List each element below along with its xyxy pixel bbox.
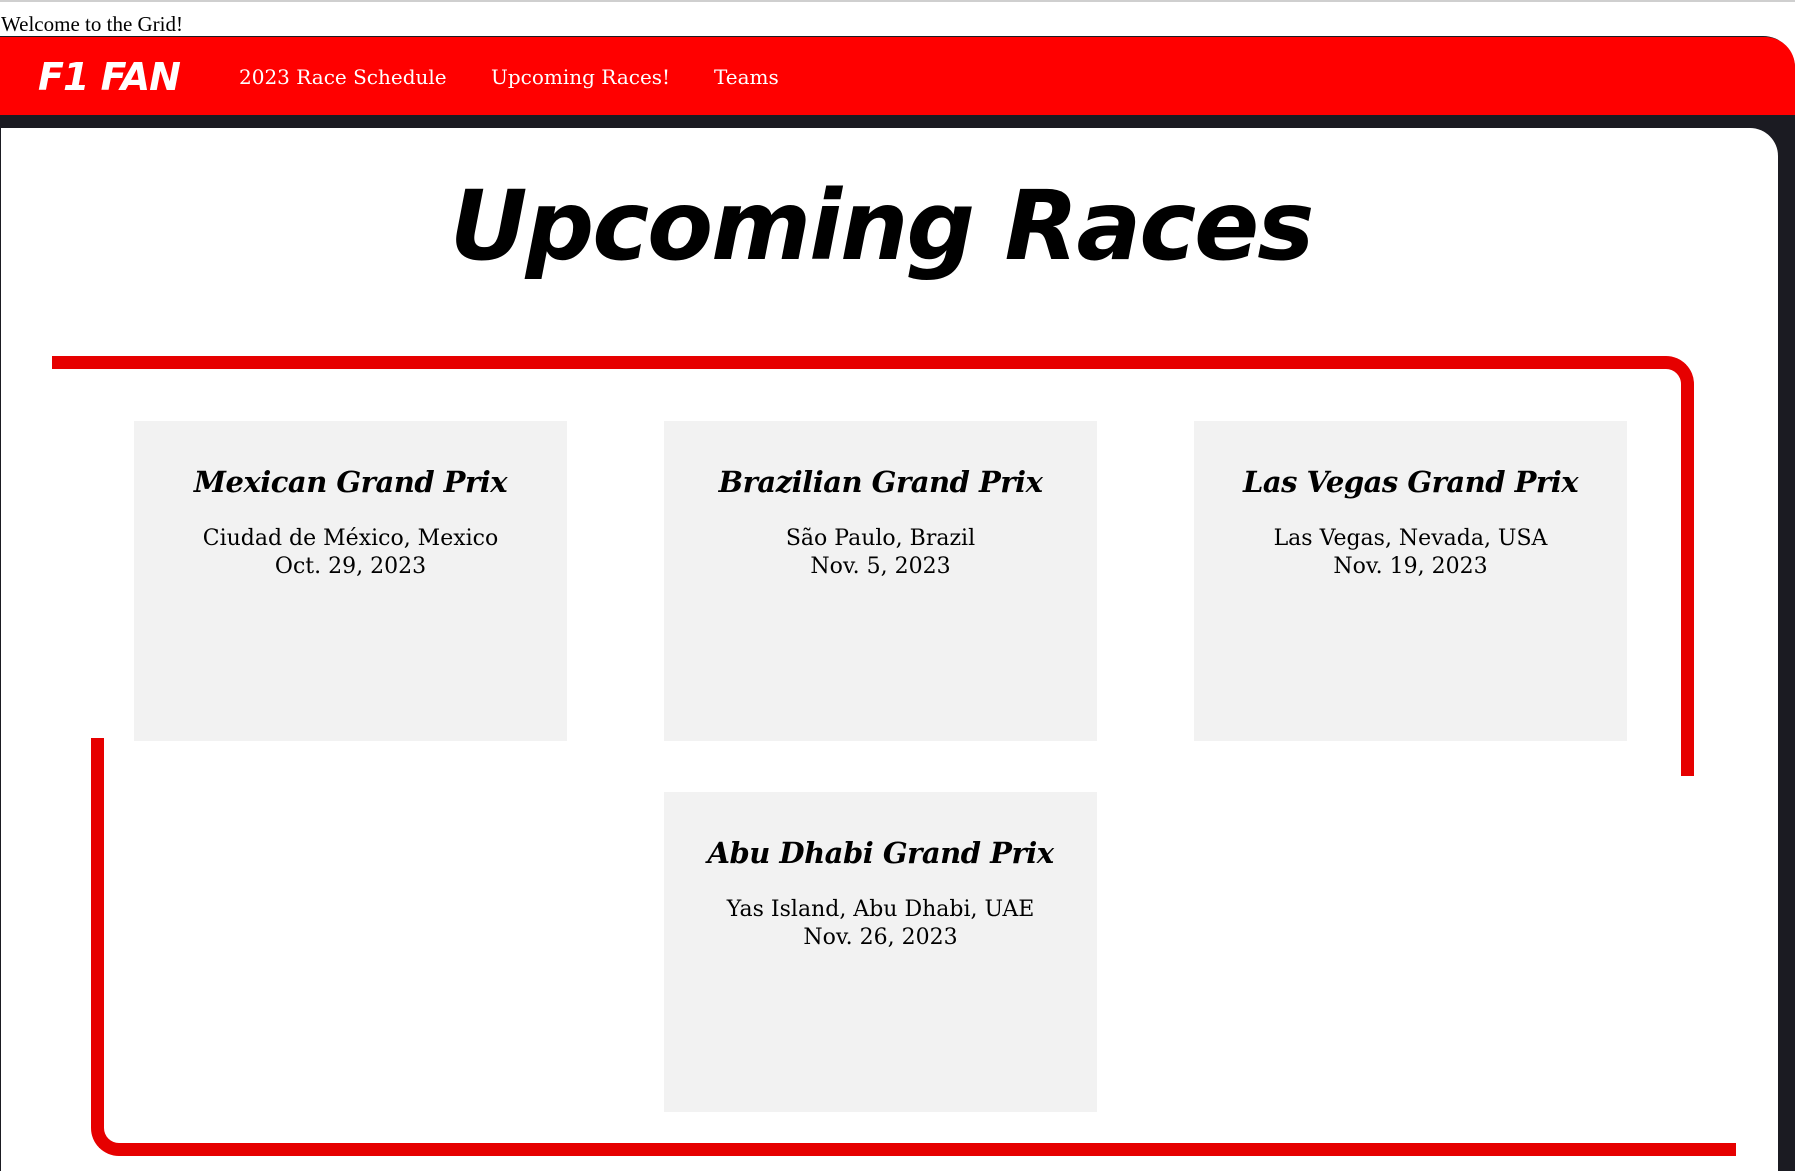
race-date: Nov. 5, 2023	[810, 554, 951, 579]
page: Welcome to the Grid! F1 FAN 2023 Race Sc…	[0, 0, 1795, 1171]
race-card-abu-dhabi[interactable]: Abu Dhabi Grand Prix Yas Island, Abu Dha…	[664, 792, 1097, 1112]
race-date: Oct. 29, 2023	[274, 554, 427, 579]
race-card-las-vegas[interactable]: Las Vegas Grand Prix Las Vegas, Nevada, …	[1194, 421, 1627, 741]
nav-link-upcoming-races[interactable]: Upcoming Races!	[491, 37, 670, 115]
nav-link-race-schedule[interactable]: 2023 Race Schedule	[239, 37, 447, 115]
race-name: Brazilian Grand Prix	[718, 465, 1043, 499]
race-name: Mexican Grand Prix	[193, 465, 508, 499]
race-card-mexico[interactable]: Mexican Grand Prix Ciudad de México, Mex…	[134, 421, 567, 741]
race-card-brazil[interactable]: Brazilian Grand Prix São Paulo, Brazil N…	[664, 421, 1097, 741]
race-location: São Paulo, Brazil	[785, 526, 976, 551]
nav-link-teams[interactable]: Teams	[714, 37, 779, 115]
race-location: Yas Island, Abu Dhabi, UAE	[726, 897, 1035, 922]
site-logo[interactable]: F1 FAN	[38, 37, 181, 115]
race-name: Abu Dhabi Grand Prix	[707, 836, 1054, 870]
race-location: Las Vegas, Nevada, USA	[1273, 526, 1548, 551]
race-date: Nov. 26, 2023	[803, 925, 958, 950]
welcome-message: Welcome to the Grid!	[1, 12, 183, 36]
race-name: Las Vegas Grand Prix	[1242, 465, 1579, 499]
page-title: Upcoming Races	[449, 170, 1315, 282]
top-divider	[0, 0, 1795, 2]
race-location: Ciudad de México, Mexico	[202, 526, 499, 551]
navbar: F1 FAN 2023 Race Schedule Upcoming Races…	[0, 37, 1795, 115]
race-date: Nov. 19, 2023	[1333, 554, 1488, 579]
